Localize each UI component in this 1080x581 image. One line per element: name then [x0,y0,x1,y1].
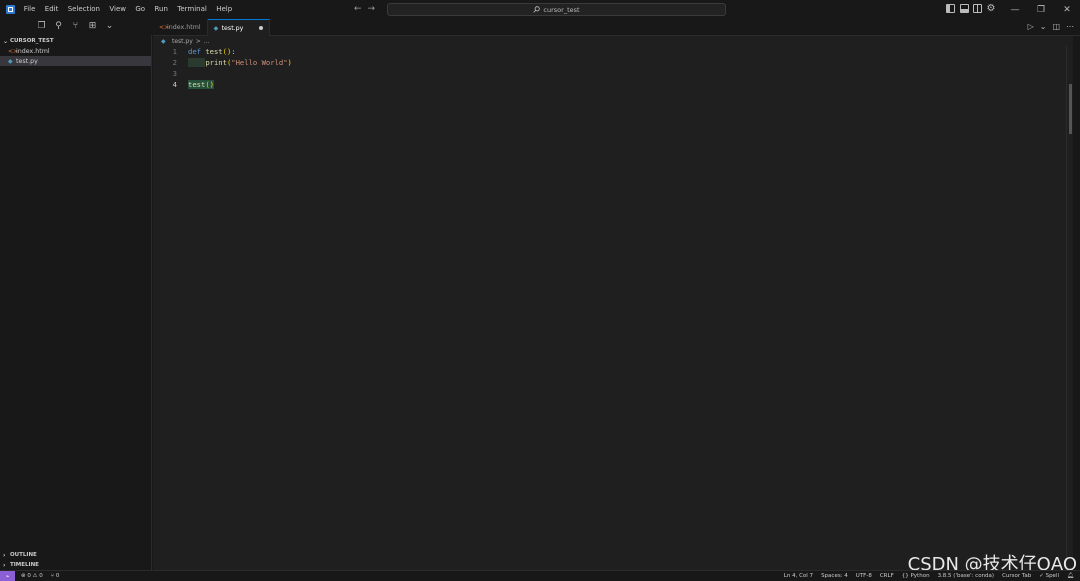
file-item-test-py[interactable]: ◆ test.py [0,56,151,66]
chevron-down-icon[interactable]: ⌄ [104,21,115,31]
breadcrumb-more[interactable]: ... [204,38,210,45]
timeline-label: TIMELINE [10,562,39,568]
project-folder-header[interactable]: ⌄ CURSOR_TEST [0,36,151,46]
python-icon: ◆ [8,57,13,65]
search-label: cursor_test [543,5,580,14]
window-controls: — ❐ ✕ [1002,0,1080,19]
indentation[interactable]: Spaces: 4 [821,573,848,579]
tab-index-html[interactable]: <> index.html [153,19,208,36]
title-bar: File Edit Selection View Go Run Terminal… [0,0,1080,19]
chevron-right-icon: › [3,551,6,559]
menu-selection[interactable]: Selection [63,0,105,19]
breadcrumb-separator: > [195,38,201,45]
back-arrow-icon[interactable]: ← [354,4,362,14]
toggle-panel-icon[interactable] [959,4,969,13]
outline-section[interactable]: › OUTLINE [0,550,152,560]
search-view-icon[interactable]: ⚲ [53,21,64,31]
toggle-secondary-sidebar-icon[interactable] [973,4,982,13]
line-number: 4 [172,80,177,89]
editor-tab-bar: <> index.html ◆ test.py [153,19,1080,36]
encoding[interactable]: UTF-8 [856,573,872,579]
line-ending[interactable]: CRLF [880,573,894,579]
menu-go[interactable]: Go [131,0,150,19]
spell-check[interactable]: ✓ Spell [1039,573,1059,579]
restore-button[interactable]: ❐ [1028,0,1054,19]
scrollbar-thumb[interactable] [1069,84,1072,134]
forward-arrow-icon[interactable]: → [368,4,376,14]
code-line-4[interactable]: 4 test() [153,79,1073,90]
tab-label: test.py [221,24,244,32]
cursor-position[interactable]: Ln 4, Col 7 [784,573,813,579]
command-center-search[interactable]: cursor_test [387,3,726,16]
language-mode[interactable]: {} Python [902,573,930,579]
menu-bar: File Edit Selection View Go Run Terminal… [19,0,237,19]
python-icon: ◆ [213,24,219,32]
split-editor-icon[interactable]: ◫ [1052,22,1060,31]
cursor-tab-status[interactable]: Cursor Tab [1002,573,1031,579]
python-icon: ◆ [161,38,166,45]
app-logo-icon [6,5,15,14]
code-text: def test(): [188,47,236,56]
menu-run[interactable]: Run [150,0,173,19]
run-icon[interactable]: ▷ [1028,22,1034,31]
menu-terminal[interactable]: Terminal [173,0,212,19]
navigation-arrows: ← → [354,4,375,14]
file-name: index.html [16,47,50,55]
notifications-bell-icon[interactable]: 🔔︎ [1067,573,1074,579]
code-line-1[interactable]: 1 def test(): [153,46,1073,57]
explorer-icon[interactable]: ❐ [36,21,47,31]
project-name: CURSOR_TEST [10,38,54,44]
file-item-index-html[interactable]: <> index.html [0,46,151,56]
code-text: print("Hello World") [188,57,292,68]
html-icon: <> [159,24,170,31]
toggle-primary-sidebar-icon[interactable] [946,4,955,13]
outline-label: OUTLINE [10,552,37,558]
extensions-icon[interactable]: ⊞ [87,21,98,31]
activity-bar: ❐ ⚲ ⑂ ⊞ ⌄ [36,21,115,31]
search-icon [533,6,541,13]
chevron-down-icon[interactable]: ⌄ [1040,22,1047,31]
chevron-down-icon: ⌄ [3,37,9,45]
layout-controls: ⚙ [946,4,996,14]
code-line-2[interactable]: 2 print("Hello World") [153,57,1073,68]
status-right: Ln 4, Col 7 Spaces: 4 UTF-8 CRLF {} Pyth… [784,573,1074,579]
code-editor[interactable]: ◆ test.py > ... 1 def test(): 2 print("H… [153,36,1073,570]
tab-test-py[interactable]: ◆ test.py [207,19,271,36]
breadcrumb-file[interactable]: test.py [172,38,193,45]
code-lines: 1 def test(): 2 print("Hello World") 3 4… [153,46,1073,90]
unsaved-dot-icon[interactable] [259,26,264,30]
tab-label: index.html [167,24,201,31]
code-text: test() [188,80,214,89]
menu-file[interactable]: File [19,0,40,19]
source-control-icon[interactable]: ⑂ [70,21,81,31]
chevron-right-icon: › [3,561,6,569]
timeline-section[interactable]: › TIMELINE [0,560,152,570]
editor-actions: ▷ ⌄ ◫ ⋯ [1028,22,1074,31]
status-bar: ⌁ ⊗ 0 ⚠ 0 ⑂ 0 Ln 4, Col 7 Spaces: 4 UTF-… [0,570,1080,581]
menu-edit[interactable]: Edit [40,0,63,19]
python-interpreter[interactable]: 3.8.5 ('base': conda) [938,573,995,579]
more-actions-icon[interactable]: ⋯ [1066,22,1074,31]
menu-view[interactable]: View [105,0,131,19]
status-left: ⊗ 0 ⚠ 0 ⑂ 0 [21,573,59,579]
file-name: test.py [16,57,38,65]
breadcrumb: ◆ test.py > ... [161,38,210,45]
menu-help[interactable]: Help [212,0,237,19]
minimize-button[interactable]: — [1002,0,1028,19]
close-button[interactable]: ✕ [1054,0,1080,19]
explorer-sidebar: ⌄ CURSOR_TEST <> index.html ◆ test.py › … [0,35,152,570]
line-number: 1 [172,47,177,56]
code-line-3[interactable]: 3 [153,68,1073,79]
gear-icon[interactable]: ⚙ [987,4,996,14]
ports-indicator[interactable]: ⑂ 0 [51,573,60,579]
remote-indicator-icon[interactable]: ⌁ [0,570,15,581]
problems-indicator[interactable]: ⊗ 0 ⚠ 0 [21,573,43,579]
line-number: 2 [172,58,177,67]
editor-scrollbar[interactable] [1066,46,1073,570]
html-icon: <> [8,47,19,55]
line-number: 3 [172,69,177,78]
